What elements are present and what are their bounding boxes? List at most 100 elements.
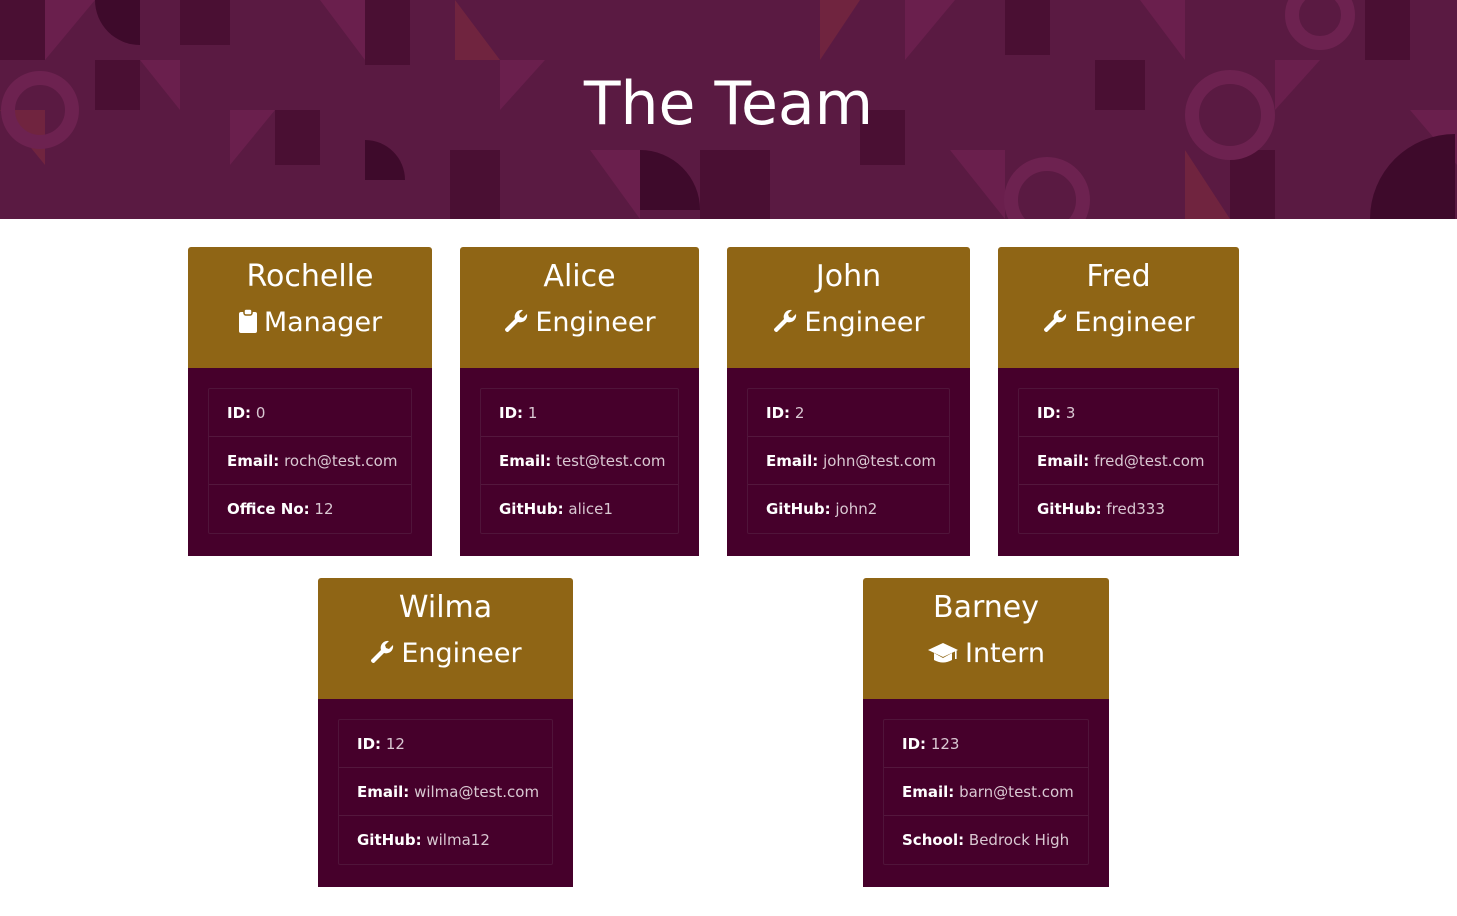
card-body: ID: 2 Email: john@test.com GitHub: john2 — [727, 368, 970, 556]
detail-value: 2 — [794, 404, 805, 422]
detail-school: School: Bedrock High — [884, 816, 1088, 864]
github-link[interactable]: john2 — [835, 500, 877, 518]
detail-id: ID: 12 — [339, 720, 552, 768]
github-link[interactable]: fred333 — [1106, 500, 1165, 518]
email-link[interactable]: fred@test.com — [1094, 452, 1204, 470]
role-label: Intern — [964, 638, 1045, 669]
detail-label: Email: — [1037, 452, 1090, 470]
employee-role: Engineer — [318, 636, 573, 672]
wrench-icon — [774, 309, 797, 333]
employee-role: Engineer — [727, 305, 970, 341]
details-list: ID: 0 Email: roch@test.com Office No: 12 — [208, 388, 412, 534]
card-body: ID: 1 Email: test@test.com GitHub: alice… — [460, 368, 699, 556]
detail-value: 1 — [527, 404, 538, 422]
detail-label: Email: — [357, 783, 410, 801]
github-link[interactable]: alice1 — [568, 500, 613, 518]
wrench-icon — [1044, 309, 1067, 333]
employee-card: Fred Engineer ID: 3 Email: fred@test.com… — [998, 247, 1239, 556]
detail-email: Email: fred@test.com — [1019, 437, 1218, 485]
employee-role: Intern — [863, 636, 1109, 672]
employee-name: Fred — [1086, 259, 1151, 294]
graduation-cap-icon — [927, 643, 958, 663]
employee-card: John Engineer ID: 2 Email: john@test.com… — [727, 247, 970, 556]
employee-card: Wilma Engineer ID: 12 Email: wilma@test.… — [318, 578, 573, 887]
details-list: ID: 1 Email: test@test.com GitHub: alice… — [480, 388, 679, 534]
detail-email: Email: barn@test.com — [884, 768, 1088, 816]
detail-email: Email: roch@test.com — [209, 437, 411, 485]
clipboard-icon — [238, 308, 257, 333]
detail-label: GitHub: — [357, 831, 422, 849]
detail-id: ID: 0 — [209, 389, 411, 437]
detail-value: 12 — [314, 500, 334, 518]
detail-github: GitHub: wilma12 — [339, 816, 552, 864]
email-link[interactable]: roch@test.com — [284, 452, 397, 470]
card-body: ID: 12 Email: wilma@test.com GitHub: wil… — [318, 699, 573, 887]
employee-card: Alice Engineer ID: 1 Email: test@test.co… — [460, 247, 699, 556]
employee-name: Wilma — [398, 590, 493, 625]
detail-label: ID: — [499, 404, 524, 422]
employee-role: Manager — [188, 305, 432, 341]
detail-id: ID: 2 — [748, 389, 949, 437]
detail-label: GitHub: — [1037, 500, 1102, 518]
employee-name: John — [815, 259, 882, 294]
card-body: ID: 123 Email: barn@test.com School: Bed… — [863, 699, 1109, 887]
card-header: Barney Intern — [863, 578, 1109, 699]
detail-label: ID: — [357, 735, 382, 753]
detail-label: ID: — [227, 404, 252, 422]
card-body: ID: 0 Email: roch@test.com Office No: 12 — [188, 368, 432, 556]
detail-label: Email: — [227, 452, 280, 470]
employee-card: Barney Intern ID: 123 Email: barn@test.c… — [863, 578, 1109, 887]
detail-github: GitHub: fred333 — [1019, 485, 1218, 533]
wrench-icon — [371, 640, 394, 664]
email-link[interactable]: john@test.com — [823, 452, 936, 470]
detail-label: Email: — [499, 452, 552, 470]
detail-label: School: — [902, 831, 965, 849]
card-header: Alice Engineer — [460, 247, 699, 368]
detail-value: 12 — [385, 735, 405, 753]
detail-label: ID: — [766, 404, 791, 422]
detail-id: ID: 123 — [884, 720, 1088, 768]
details-list: ID: 3 Email: fred@test.com GitHub: fred3… — [1018, 388, 1219, 534]
detail-label: ID: — [1037, 404, 1062, 422]
detail-label: Office No: — [227, 500, 310, 518]
role-label: Engineer — [1074, 307, 1195, 338]
detail-value: Bedrock High — [968, 831, 1070, 849]
github-link[interactable]: wilma12 — [426, 831, 490, 849]
detail-email: Email: john@test.com — [748, 437, 949, 485]
employee-name: Barney — [933, 590, 1039, 625]
email-link[interactable]: test@test.com — [556, 452, 665, 470]
wrench-icon — [505, 309, 528, 333]
details-list: ID: 12 Email: wilma@test.com GitHub: wil… — [338, 719, 553, 865]
detail-label: ID: — [902, 735, 927, 753]
card-header: Wilma Engineer — [318, 578, 573, 699]
detail-value: 3 — [1065, 404, 1076, 422]
role-label: Manager — [263, 307, 383, 338]
page-title: The Team — [583, 69, 874, 139]
role-label: Engineer — [535, 307, 656, 338]
detail-email: Email: test@test.com — [481, 437, 678, 485]
detail-value: 0 — [255, 404, 266, 422]
detail-label: GitHub: — [499, 500, 564, 518]
detail-label: Email: — [766, 452, 819, 470]
email-link[interactable]: barn@test.com — [959, 783, 1074, 801]
details-list: ID: 123 Email: barn@test.com School: Bed… — [883, 719, 1089, 865]
employee-name: Rochelle — [246, 259, 374, 294]
card-header: Rochelle Manager — [188, 247, 432, 368]
card-header: John Engineer — [727, 247, 970, 368]
employee-card: Rochelle Manager ID: 0 Email: roch@test.… — [188, 247, 432, 556]
role-label: Engineer — [401, 638, 522, 669]
card-body: ID: 3 Email: fred@test.com GitHub: fred3… — [998, 368, 1239, 556]
detail-email: Email: wilma@test.com — [339, 768, 552, 816]
detail-label: GitHub: — [766, 500, 831, 518]
employee-role: Engineer — [998, 305, 1239, 341]
role-label: Engineer — [804, 307, 925, 338]
card-header: Fred Engineer — [998, 247, 1239, 368]
employee-name: Alice — [543, 259, 616, 294]
detail-office: Office No: 12 — [209, 485, 411, 533]
detail-id: ID: 3 — [1019, 389, 1218, 437]
details-list: ID: 2 Email: john@test.com GitHub: john2 — [747, 388, 950, 534]
detail-github: GitHub: alice1 — [481, 485, 678, 533]
email-link[interactable]: wilma@test.com — [414, 783, 539, 801]
detail-github: GitHub: john2 — [748, 485, 949, 533]
detail-value: 123 — [930, 735, 960, 753]
